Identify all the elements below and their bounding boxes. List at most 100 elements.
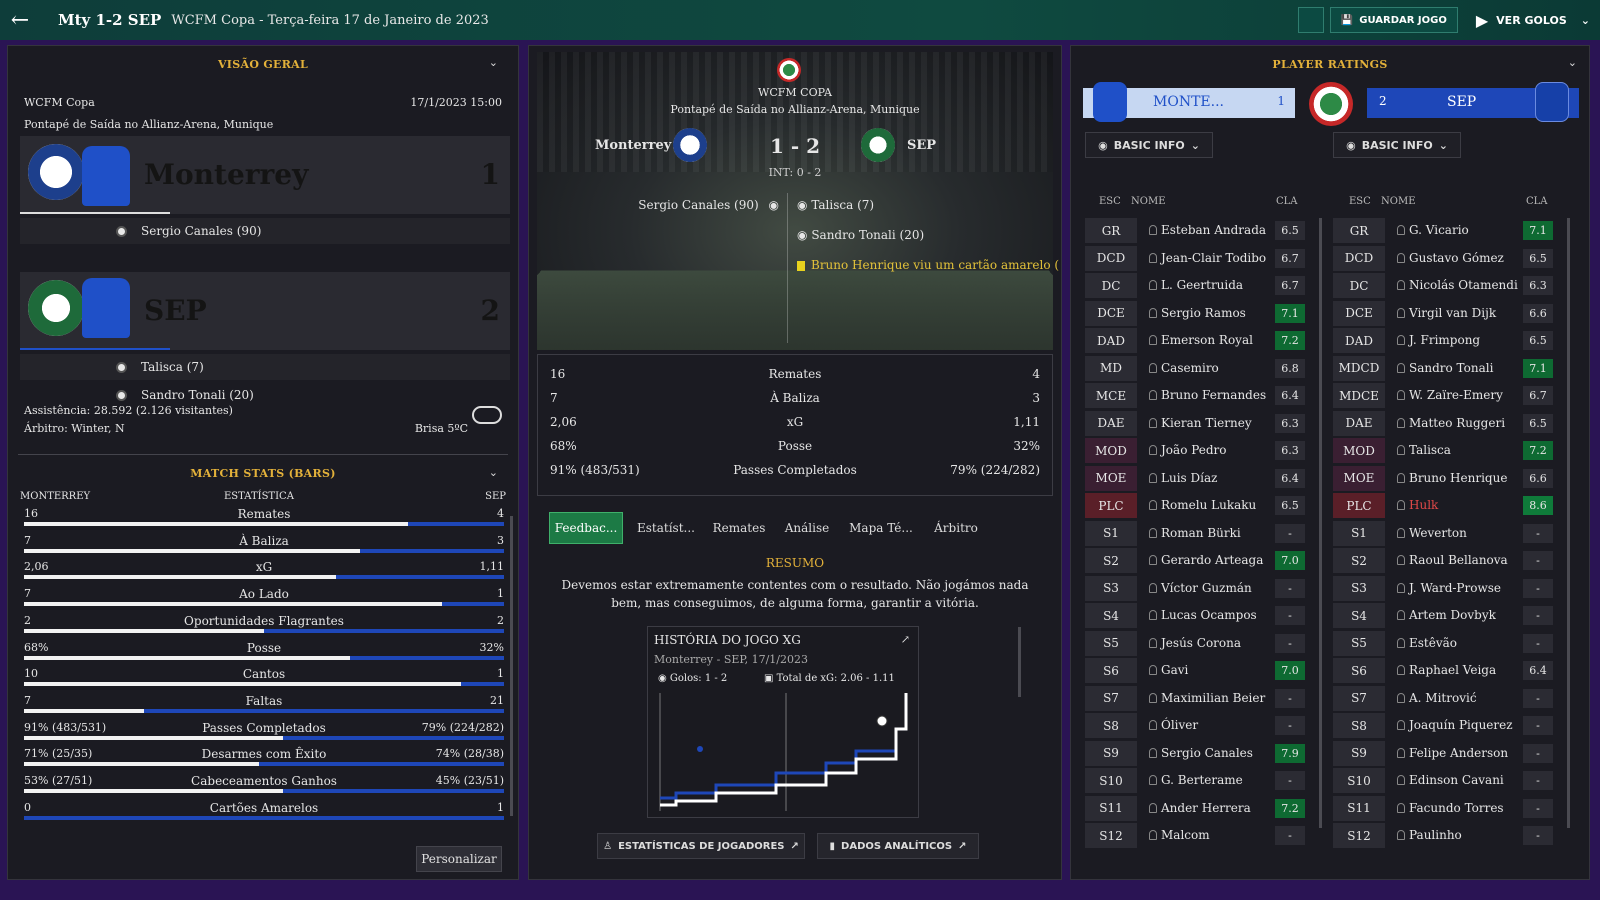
expand-icon[interactable]: ↗ [901, 633, 910, 646]
player-row[interactable]: PLC Hulk 8.6 [1333, 493, 1563, 518]
player-row[interactable]: S5 Jesús Corona - [1085, 630, 1315, 656]
player-name[interactable]: G. Berterame [1161, 773, 1243, 787]
player-name[interactable]: Esteban Andrada [1161, 223, 1266, 237]
player-row[interactable]: S6 Raphael Veiga 6.4 [1333, 658, 1563, 683]
player-name[interactable]: Raphael Veiga [1409, 663, 1496, 677]
player-row[interactable]: DC Nicolás Otamendi 6.3 [1333, 273, 1563, 298]
player-row[interactable]: MCE Bruno Fernandes 6.4 [1085, 383, 1315, 408]
player-row[interactable]: S5 Estêvão - [1333, 630, 1563, 656]
player-row[interactable]: DCD Jean-Clair Todibo 6.7 [1085, 245, 1315, 271]
player-row[interactable]: MD Casemiro 6.8 [1085, 355, 1315, 381]
player-row[interactable]: MOD João Pedro 6.3 [1085, 438, 1315, 463]
player-name[interactable]: Jean-Clair Todibo [1161, 251, 1266, 265]
player-stats-button[interactable]: ♙ ESTATÍSTICAS DE JOGADORES ↗ [597, 833, 805, 859]
player-name[interactable]: Sandro Tonali [1409, 361, 1493, 375]
player-name[interactable]: Maximilian Beier [1161, 691, 1265, 705]
player-name[interactable]: W. Zaïre-Emery [1409, 388, 1503, 402]
home-list-scrollbar[interactable] [1319, 218, 1322, 828]
away-basic-info-dropdown[interactable]: ◉ BASIC INFO ⌄ [1333, 132, 1461, 158]
chevron-down-icon[interactable]: ⌄ [489, 466, 498, 479]
player-row[interactable]: S6 Gavi 7.0 [1085, 658, 1315, 683]
player-row[interactable]: S7 Maximilian Beier - [1085, 685, 1315, 711]
player-row[interactable]: MDCE W. Zaïre-Emery 6.7 [1333, 383, 1563, 408]
player-name[interactable]: J. Frimpong [1409, 333, 1480, 347]
player-name[interactable]: Matteo Ruggeri [1409, 416, 1505, 430]
player-row[interactable]: GR Esteban Andrada 6.5 [1085, 218, 1315, 243]
player-name[interactable]: Bruno Fernandes [1161, 388, 1266, 402]
player-name[interactable]: Gavi [1161, 663, 1188, 677]
player-row[interactable]: S8 Óliver - [1085, 713, 1315, 738]
customize-button[interactable]: Personalizar [416, 846, 502, 872]
player-row[interactable]: S4 Artem Dovbyk - [1333, 603, 1563, 628]
player-name[interactable]: Romelu Lukaku [1161, 498, 1256, 512]
player-row[interactable]: DAD Emerson Royal 7.2 [1085, 328, 1315, 353]
away-list-scrollbar[interactable] [1567, 218, 1570, 828]
player-name[interactable]: Luis Díaz [1161, 471, 1217, 485]
save-game-button[interactable]: 💾 GUARDAR JOGO [1329, 7, 1458, 33]
player-name[interactable]: Casemiro [1161, 361, 1219, 375]
player-row[interactable]: DAD J. Frimpong 6.5 [1333, 328, 1563, 353]
player-name[interactable]: Virgil van Dijk [1409, 306, 1496, 320]
player-row[interactable]: DAE Matteo Ruggeri 6.5 [1333, 410, 1563, 436]
player-name[interactable]: Gustavo Gómez [1409, 251, 1504, 265]
player-name[interactable]: Joaquín Piquerez [1409, 718, 1513, 732]
player-name[interactable]: Estêvão [1409, 636, 1457, 650]
options-button[interactable] [1297, 7, 1324, 33]
player-row[interactable]: S11 Facundo Torres - [1333, 795, 1563, 821]
player-name[interactable]: Nicolás Otamendi [1409, 278, 1518, 292]
player-row[interactable]: S11 Ander Herrera 7.2 [1085, 795, 1315, 821]
tab-3[interactable]: Remates [709, 512, 769, 544]
player-row[interactable]: S3 Víctor Guzmán - [1085, 575, 1315, 601]
player-row[interactable]: PLC Romelu Lukaku 6.5 [1085, 493, 1315, 518]
player-row[interactable]: S9 Felipe Anderson - [1333, 740, 1563, 766]
player-name[interactable]: J. Ward-Prowse [1409, 581, 1501, 595]
summary-scrollbar[interactable] [1018, 627, 1021, 697]
player-name[interactable]: Jesús Corona [1161, 636, 1241, 650]
player-name[interactable]: Ander Herrera [1161, 801, 1251, 815]
chevron-down-icon[interactable]: ⌄ [489, 56, 498, 69]
chevron-down-icon[interactable]: ⌄ [1581, 14, 1590, 27]
player-row[interactable]: DCD Gustavo Gómez 6.5 [1333, 245, 1563, 271]
player-name[interactable]: Emerson Royal [1161, 333, 1253, 347]
player-row[interactable]: S8 Joaquín Piquerez - [1333, 713, 1563, 738]
player-row[interactable]: S7 A. Mitrović - [1333, 685, 1563, 711]
player-name[interactable]: Gerardo Arteaga [1161, 553, 1263, 567]
player-name[interactable]: Malcom [1161, 828, 1210, 842]
player-name[interactable]: Lucas Ocampos [1161, 608, 1257, 622]
player-row[interactable]: DC L. Geertruida 6.7 [1085, 273, 1315, 298]
player-name[interactable]: L. Geertruida [1161, 278, 1243, 292]
player-name[interactable]: Weverton [1409, 526, 1467, 540]
player-name[interactable]: Sergio Canales [1161, 746, 1253, 760]
player-name[interactable]: Felipe Anderson [1409, 746, 1508, 760]
stats-scrollbar[interactable] [510, 516, 513, 816]
player-row[interactable]: S10 Edinson Cavani - [1333, 768, 1563, 793]
player-row[interactable]: S1 Weverton - [1333, 520, 1563, 546]
player-name[interactable]: Bruno Henrique [1409, 471, 1507, 485]
player-name[interactable]: G. Vicario [1409, 223, 1469, 237]
player-name[interactable]: Edinson Cavani [1409, 773, 1504, 787]
tab-1[interactable]: Feedbac... [549, 512, 623, 544]
player-name[interactable]: Roman Bürki [1161, 526, 1241, 540]
tab-2[interactable]: Estatíst... [629, 512, 703, 544]
player-row[interactable]: MDCD Sandro Tonali 7.1 [1333, 355, 1563, 381]
player-name[interactable]: Facundo Torres [1409, 801, 1504, 815]
view-goals-button[interactable]: ▶ VER GOLOS ⌄ [1466, 0, 1600, 40]
player-row[interactable]: S2 Gerardo Arteaga 7.0 [1085, 548, 1315, 573]
analytics-button[interactable]: ▮ DADOS ANALÍTICOS ↗ [817, 833, 979, 859]
player-name[interactable]: Kieran Tierney [1161, 416, 1252, 430]
home-basic-info-dropdown[interactable]: ◉ BASIC INFO ⌄ [1085, 132, 1213, 158]
player-name[interactable]: Sergio Ramos [1161, 306, 1246, 320]
player-name[interactable]: Talisca [1409, 443, 1451, 457]
player-row[interactable]: MOE Luis Díaz 6.4 [1085, 465, 1315, 491]
player-row[interactable]: DCE Sergio Ramos 7.1 [1085, 300, 1315, 326]
back-arrow-icon[interactable]: ← [0, 0, 40, 40]
player-name[interactable]: Raoul Bellanova [1409, 553, 1508, 567]
player-name[interactable]: Artem Dovbyk [1409, 608, 1496, 622]
chevron-down-icon[interactable]: ⌄ [1568, 56, 1577, 69]
player-name[interactable]: Víctor Guzmán [1161, 581, 1252, 595]
player-row[interactable]: GR G. Vicario 7.1 [1333, 218, 1563, 243]
player-name[interactable]: Óliver [1161, 718, 1198, 732]
player-row[interactable]: S2 Raoul Bellanova - [1333, 548, 1563, 573]
player-row[interactable]: DCE Virgil van Dijk 6.6 [1333, 300, 1563, 326]
player-row[interactable]: S4 Lucas Ocampos - [1085, 603, 1315, 628]
